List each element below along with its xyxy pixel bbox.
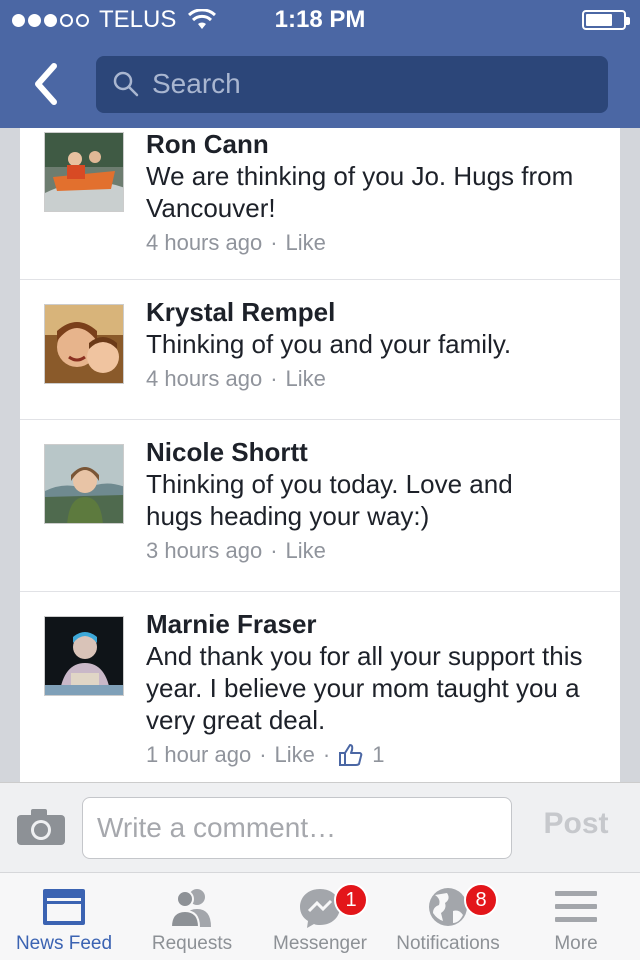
tab-label: News Feed bbox=[15, 933, 113, 954]
like-count: 1 bbox=[372, 742, 385, 767]
avatar[interactable] bbox=[44, 304, 124, 384]
status-bar: TELUS 1:18 PM bbox=[0, 0, 640, 40]
avatar[interactable] bbox=[44, 132, 124, 212]
comment-input[interactable] bbox=[82, 797, 512, 859]
camera-icon[interactable] bbox=[16, 807, 66, 847]
comment-text: Thinking of you and your family. bbox=[146, 329, 512, 359]
menu-icon bbox=[555, 891, 597, 922]
tab-requests[interactable]: Requests bbox=[128, 873, 256, 960]
nav-bar bbox=[0, 40, 640, 128]
comment-item: Nicole Shortt Thinking of you today. Lov… bbox=[20, 420, 620, 592]
comment-text: And thank you for all your support this … bbox=[146, 641, 583, 735]
comment-time: 3 hours ago bbox=[146, 538, 263, 563]
search-input[interactable] bbox=[152, 64, 592, 104]
comment-time: 4 hours ago bbox=[146, 366, 263, 391]
commenter-name[interactable]: Marnie Fraser bbox=[146, 608, 586, 640]
comment-time: 1 hour ago bbox=[146, 742, 252, 767]
comment-meta: 4 hours ago · Like bbox=[146, 228, 576, 258]
commenter-name[interactable]: Krystal Rempel bbox=[146, 296, 586, 328]
comment-meta: 4 hours ago · Like bbox=[146, 364, 586, 394]
comment-item: Ron Cann We are thinking of you Jo. Hugs… bbox=[20, 128, 620, 280]
clock: 1:18 PM bbox=[274, 6, 366, 33]
tab-notifications[interactable]: 8 Notifications bbox=[384, 873, 512, 960]
comment-item: Krystal Rempel Thinking of you and your … bbox=[20, 280, 620, 420]
like-button[interactable]: Like bbox=[286, 228, 326, 258]
requests-icon bbox=[169, 889, 211, 928]
notifications-badge: 8 bbox=[464, 883, 498, 917]
commenter-name[interactable]: Ron Cann bbox=[146, 128, 576, 160]
battery-icon bbox=[582, 10, 630, 30]
like-button[interactable]: Like bbox=[286, 364, 326, 394]
comment-meta: 3 hours ago · Like bbox=[146, 536, 576, 566]
thumbs-up-icon[interactable] bbox=[338, 743, 364, 767]
tab-more[interactable]: More bbox=[512, 873, 640, 960]
comment-list[interactable]: Ron Cann We are thinking of you Jo. Hugs… bbox=[20, 128, 620, 782]
comment-text: We are thinking of you Jo. Hugs from Van… bbox=[146, 161, 574, 223]
comment-time: 4 hours ago bbox=[146, 230, 263, 255]
avatar[interactable] bbox=[44, 616, 124, 696]
comment-meta: 1 hour ago · Like · 1 bbox=[146, 740, 586, 770]
comment-composer: Post bbox=[0, 782, 640, 872]
like-button[interactable]: Like bbox=[275, 740, 315, 770]
news-feed-icon bbox=[43, 889, 85, 925]
top-bar: TELUS 1:18 PM bbox=[0, 0, 640, 128]
tab-news-feed[interactable]: News Feed bbox=[0, 873, 128, 960]
tab-label: More bbox=[554, 933, 598, 954]
messenger-badge: 1 bbox=[334, 883, 368, 917]
commenter-name[interactable]: Nicole Shortt bbox=[146, 436, 576, 468]
avatar[interactable] bbox=[44, 444, 124, 524]
tab-messenger[interactable]: 1 Messenger bbox=[256, 873, 384, 960]
search-box[interactable] bbox=[96, 56, 608, 113]
tab-label: Messenger bbox=[273, 933, 367, 954]
comment-item: Marnie Fraser And thank you for all your… bbox=[20, 592, 620, 782]
tab-label: Notifications bbox=[396, 933, 500, 954]
search-icon bbox=[113, 71, 139, 97]
tab-bar: News Feed Requests 1 Messenger 8 Notific… bbox=[0, 872, 640, 960]
back-arrow-icon[interactable] bbox=[28, 60, 68, 108]
comment-text: Thinking of you today. Love and hugs hea… bbox=[146, 469, 513, 531]
like-button[interactable]: Like bbox=[286, 536, 326, 566]
post-button[interactable]: Post bbox=[524, 807, 628, 841]
tab-label: Requests bbox=[151, 933, 233, 954]
